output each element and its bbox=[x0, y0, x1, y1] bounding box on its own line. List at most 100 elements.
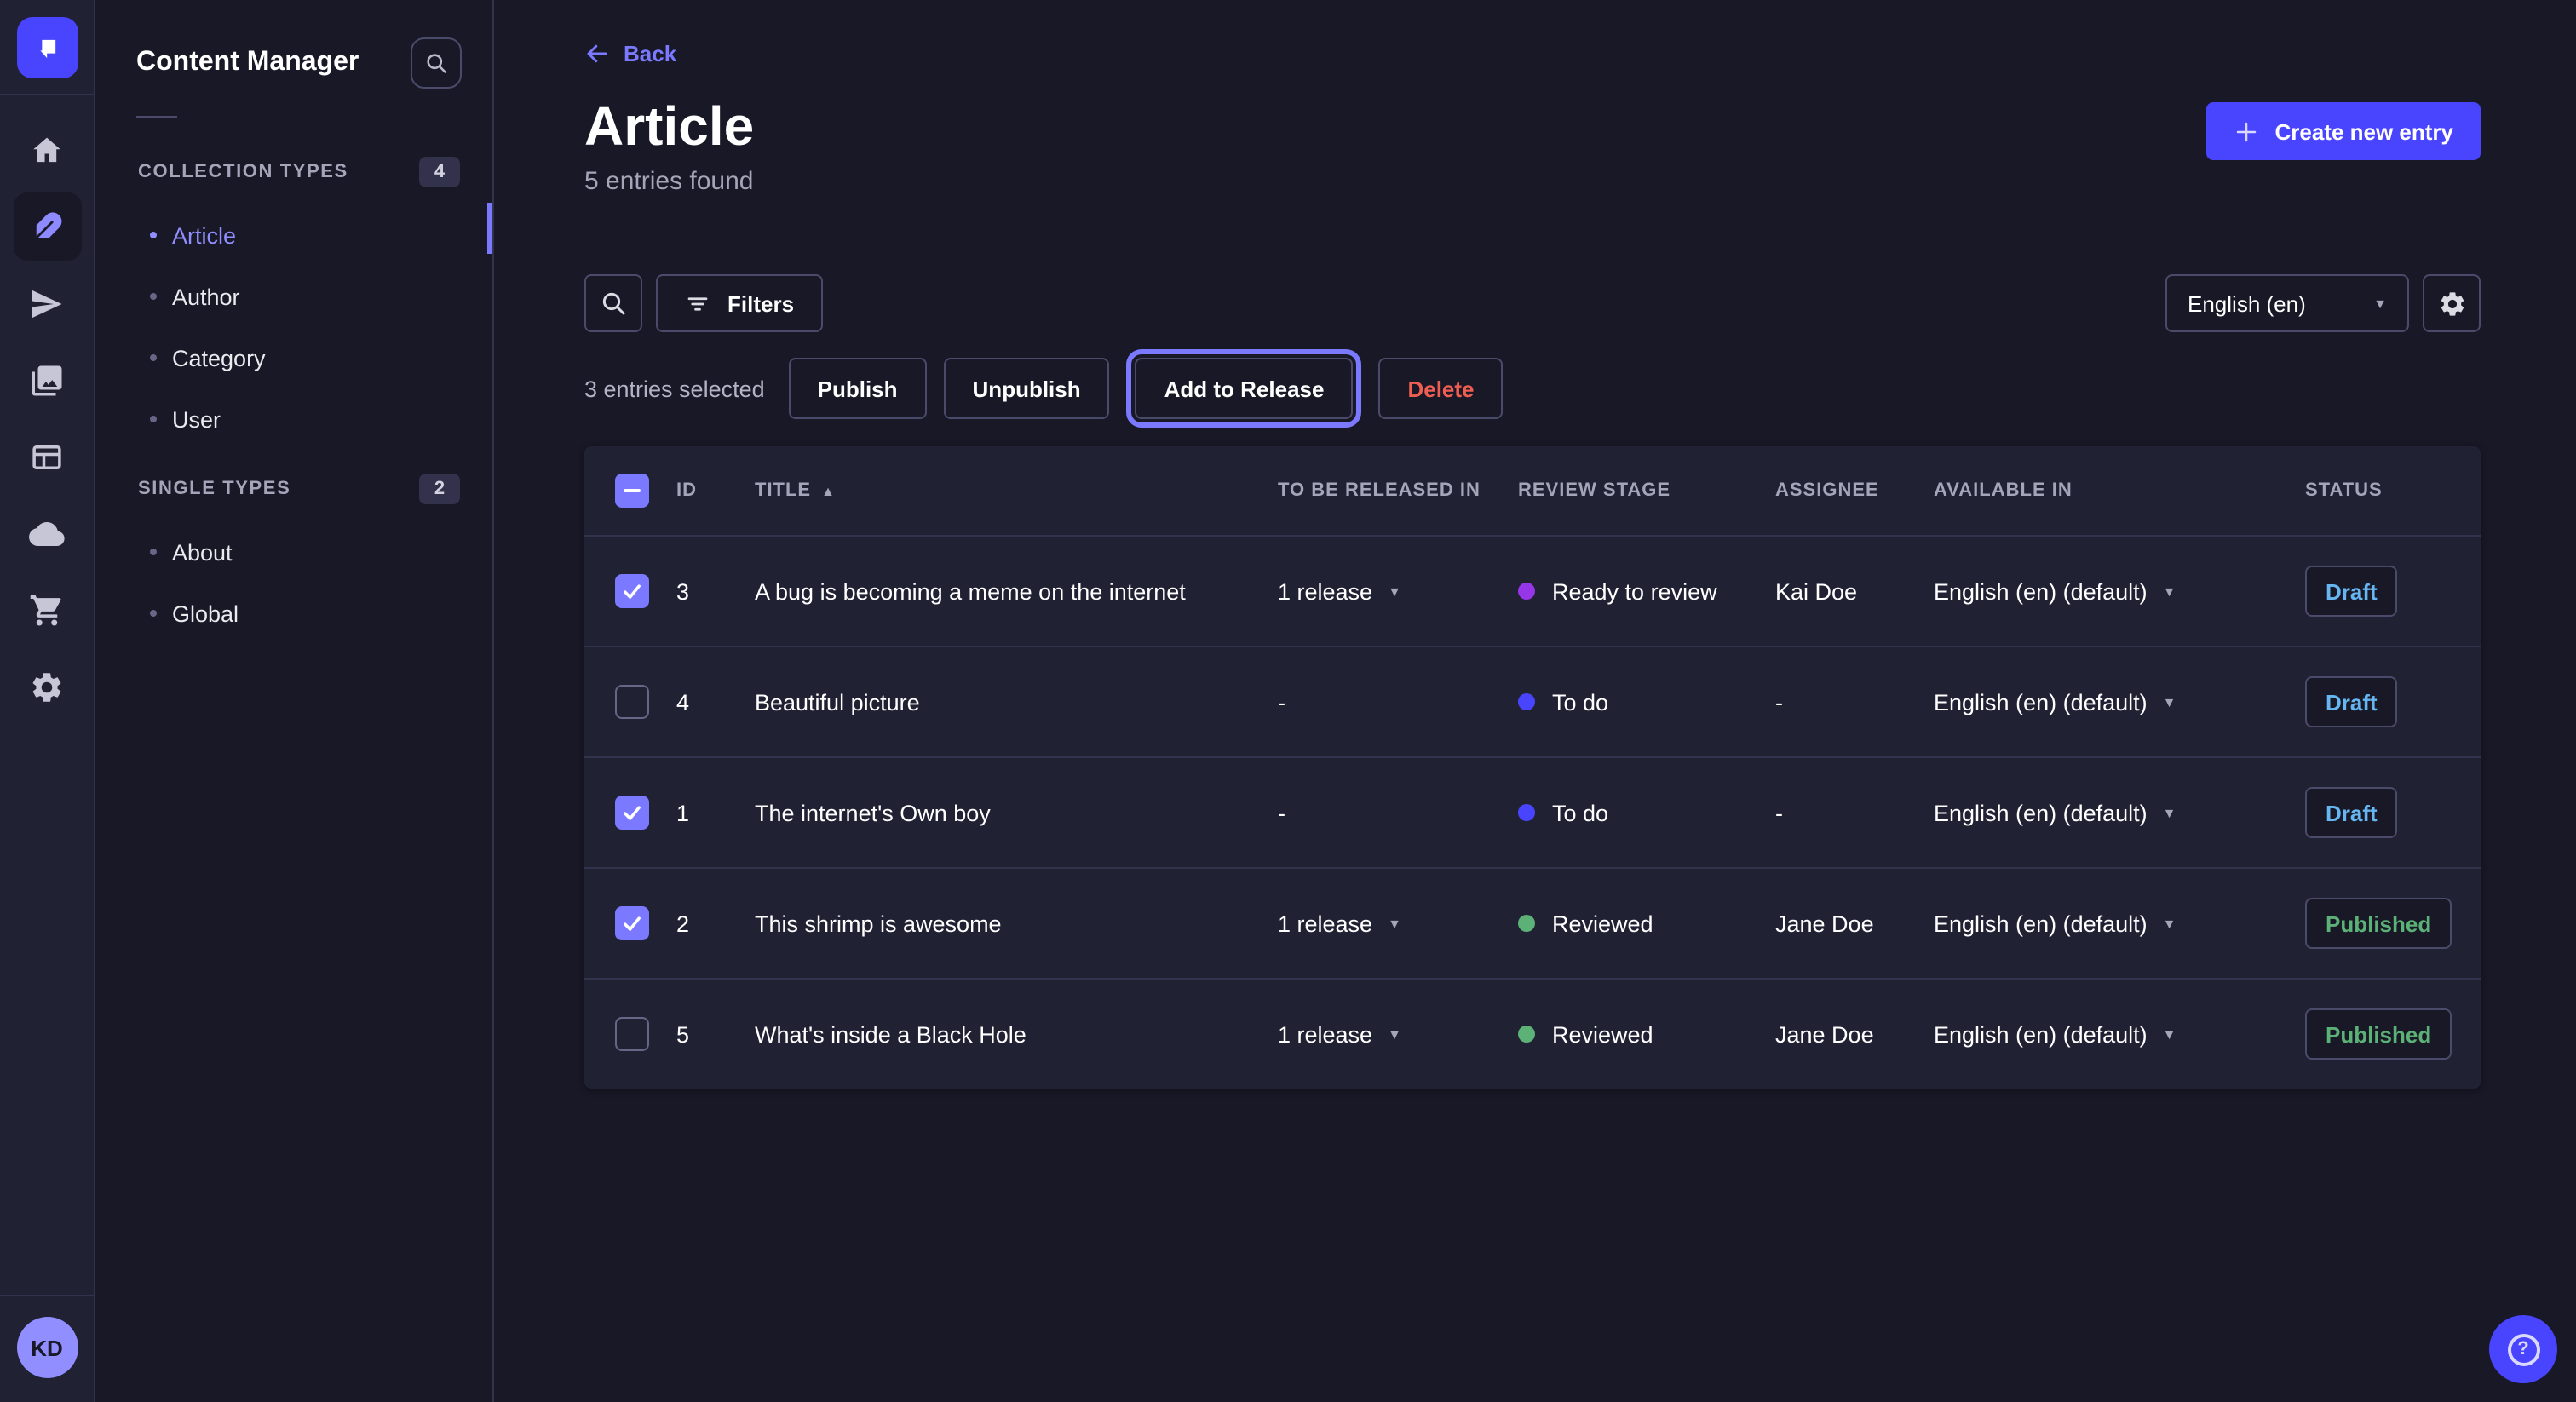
strapi-logo[interactable] bbox=[16, 16, 78, 78]
page-title: Article bbox=[584, 95, 2481, 157]
rail-bottom: KD bbox=[0, 1295, 94, 1402]
row-checkbox[interactable] bbox=[615, 574, 649, 608]
gear-icon bbox=[29, 669, 65, 704]
locale-caret-icon: ▼ bbox=[2163, 916, 2176, 931]
col-review-stage[interactable]: REVIEW STAGE bbox=[1518, 480, 1775, 501]
publish-button[interactable]: Publish bbox=[789, 358, 927, 419]
add-to-release-button[interactable]: Add to Release bbox=[1136, 358, 1354, 419]
nav-media-library[interactable] bbox=[13, 346, 81, 414]
back-link[interactable]: Back bbox=[584, 41, 676, 66]
release-caret-icon: ▼ bbox=[1388, 916, 1401, 931]
cell-title: Beautiful picture bbox=[755, 689, 1278, 715]
chevron-down-icon: ▼ bbox=[2373, 296, 2387, 311]
subnav-search-button[interactable] bbox=[411, 37, 462, 89]
subnav-item-global[interactable]: Global bbox=[95, 583, 492, 644]
section-label: SINGLE TYPES bbox=[138, 479, 290, 499]
cell-assignee: Jane Doe bbox=[1775, 911, 1934, 936]
col-to-be-released-in[interactable]: TO BE RELEASED IN bbox=[1278, 480, 1518, 501]
locale-select[interactable]: English (en) ▼ bbox=[2165, 274, 2409, 332]
filters-button[interactable]: Filters bbox=[656, 274, 823, 332]
review-stage-dot bbox=[1518, 804, 1535, 821]
subnav-item-author[interactable]: Author bbox=[95, 266, 492, 327]
search-button[interactable] bbox=[584, 274, 642, 332]
cell-release-dropdown[interactable]: 1 release ▼ bbox=[1278, 578, 1518, 604]
subnav-item-user[interactable]: User bbox=[95, 388, 492, 450]
entries-table: ID TITLE ▲ TO BE RELEASED IN REVIEW STAG… bbox=[584, 446, 2481, 1089]
col-id[interactable]: ID bbox=[676, 480, 755, 501]
nav-content-manager[interactable] bbox=[13, 192, 81, 261]
cell-release-dropdown[interactable]: 1 release ▼ bbox=[1278, 911, 1518, 936]
cell-title: The internet's Own boy bbox=[755, 800, 1278, 825]
row-checkbox[interactable] bbox=[615, 685, 649, 719]
row-checkbox[interactable] bbox=[615, 796, 649, 830]
bullet-icon bbox=[150, 293, 157, 300]
app-root: KD Content Manager COLLECTION TYPES 4 Ar… bbox=[0, 0, 2576, 1402]
cell-assignee: Jane Doe bbox=[1775, 1021, 1934, 1047]
table-row[interactable]: 2 This shrimp is awesome 1 release ▼ Rev… bbox=[584, 867, 2481, 978]
create-entry-button[interactable]: Create new entry bbox=[2206, 102, 2481, 160]
col-status[interactable]: STATUS bbox=[2305, 480, 2481, 501]
table-row[interactable]: 5 What's inside a Black Hole 1 release ▼… bbox=[584, 978, 2481, 1089]
row-checkbox[interactable] bbox=[615, 1017, 649, 1051]
search-icon bbox=[600, 290, 627, 317]
cell-available-in-dropdown[interactable]: English (en) (default) ▼ bbox=[1934, 1021, 2305, 1047]
subnav-item-label: User bbox=[172, 406, 221, 432]
review-stage-dot bbox=[1518, 915, 1535, 932]
bullet-icon bbox=[150, 549, 157, 555]
help-button[interactable]: ? bbox=[2489, 1315, 2557, 1383]
cell-release-dropdown[interactable]: 1 release ▼ bbox=[1278, 1021, 1518, 1047]
bullet-icon bbox=[150, 610, 157, 617]
cell-available-in-dropdown[interactable]: English (en) (default) ▼ bbox=[1934, 911, 2305, 936]
col-available-in[interactable]: AVAILABLE IN bbox=[1934, 480, 2305, 501]
cell-release-dropdown[interactable]: - ▼ bbox=[1278, 689, 1518, 715]
subnav-item-category[interactable]: Category bbox=[95, 327, 492, 388]
cell-available-in-dropdown[interactable]: English (en) (default) ▼ bbox=[1934, 800, 2305, 825]
subnav-item-article[interactable]: Article bbox=[95, 204, 492, 266]
cell-assignee: Kai Doe bbox=[1775, 578, 1934, 604]
cell-available-in-dropdown[interactable]: English (en) (default) ▼ bbox=[1934, 689, 2305, 715]
table-body: 3 A bug is becoming a meme on the intern… bbox=[584, 535, 2481, 1089]
nav-cloud[interactable] bbox=[13, 499, 81, 567]
nav-settings[interactable] bbox=[13, 652, 81, 721]
cell-review-stage: Reviewed bbox=[1518, 911, 1775, 936]
search-icon bbox=[424, 51, 448, 75]
view-settings-button[interactable] bbox=[2423, 274, 2481, 332]
subnav-item-about[interactable]: About bbox=[95, 521, 492, 583]
cell-review-stage: To do bbox=[1518, 689, 1775, 715]
toolbar: Filters English (en) ▼ bbox=[584, 274, 2481, 332]
table-row[interactable]: 4 Beautiful picture - ▼ To do - English … bbox=[584, 646, 2481, 756]
subnav: Content Manager COLLECTION TYPES 4 Artic… bbox=[95, 0, 494, 1402]
question-icon: ? bbox=[2507, 1333, 2539, 1365]
select-all-checkbox[interactable] bbox=[615, 474, 649, 508]
col-title[interactable]: TITLE ▲ bbox=[755, 480, 1278, 501]
row-checkbox[interactable] bbox=[615, 906, 649, 940]
cell-available-in-dropdown[interactable]: English (en) (default) ▼ bbox=[1934, 578, 2305, 604]
gear-icon bbox=[2437, 289, 2466, 318]
cell-release-dropdown[interactable]: - ▼ bbox=[1278, 800, 1518, 825]
locale-caret-icon: ▼ bbox=[2163, 805, 2176, 820]
bullet-icon bbox=[150, 416, 157, 422]
plus-icon bbox=[2234, 118, 2259, 144]
subnav-item-label: Author bbox=[172, 284, 240, 309]
cell-review-stage: To do bbox=[1518, 800, 1775, 825]
review-stage-dot bbox=[1518, 583, 1535, 600]
cell-assignee: - bbox=[1775, 689, 1934, 715]
status-badge: Draft bbox=[2305, 566, 2398, 617]
sort-asc-icon: ▲ bbox=[821, 483, 836, 498]
col-assignee[interactable]: ASSIGNEE bbox=[1775, 480, 1934, 501]
nav-home[interactable] bbox=[13, 116, 81, 184]
nav-marketplace[interactable] bbox=[13, 576, 81, 644]
unpublish-button[interactable]: Unpublish bbox=[944, 358, 1110, 419]
cart-icon bbox=[29, 592, 65, 628]
feather-icon bbox=[29, 209, 65, 244]
subnav-title: Content Manager bbox=[136, 48, 359, 78]
check-icon bbox=[620, 911, 644, 935]
images-icon bbox=[29, 362, 65, 398]
user-avatar[interactable]: KD bbox=[16, 1317, 78, 1378]
nav-content-type-builder[interactable] bbox=[13, 422, 81, 491]
nav-releases[interactable] bbox=[13, 269, 81, 337]
delete-button[interactable]: Delete bbox=[1378, 358, 1503, 419]
table-row[interactable]: 3 A bug is becoming a meme on the intern… bbox=[584, 535, 2481, 646]
table-row[interactable]: 1 The internet's Own boy - ▼ To do - Eng… bbox=[584, 756, 2481, 867]
bullet-icon bbox=[150, 232, 157, 238]
